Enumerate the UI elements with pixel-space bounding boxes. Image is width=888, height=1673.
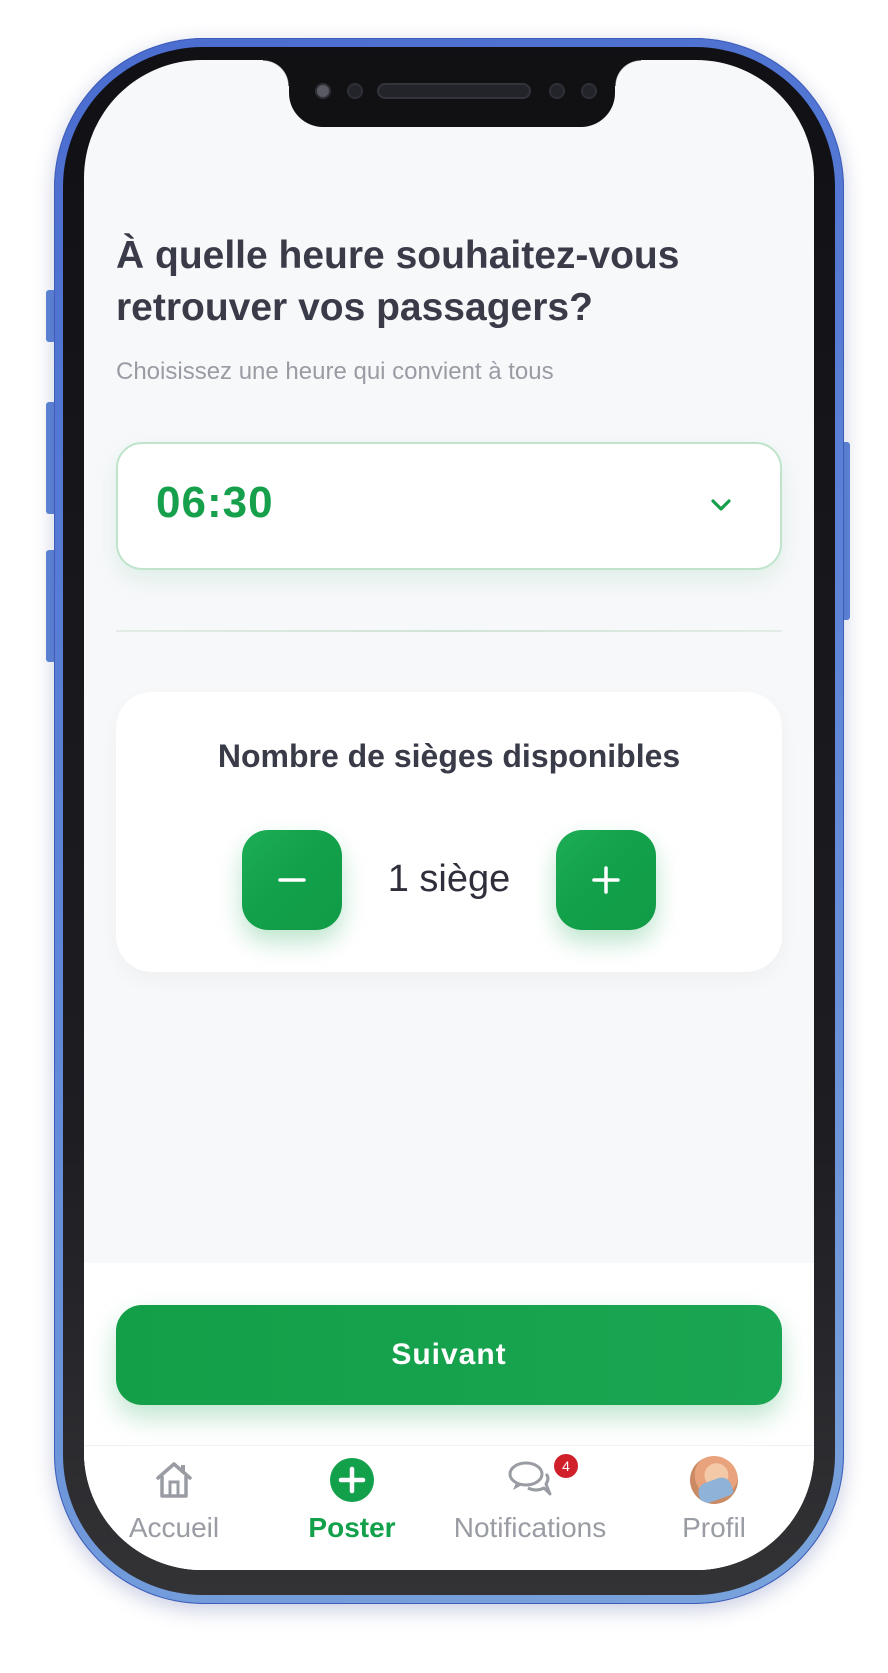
chevron-down-icon [711,499,731,511]
phone-notch [263,60,641,127]
tab-poster[interactable]: Poster [262,1454,442,1564]
chat-bubbles-icon [508,1461,552,1496]
sensor-icon [581,83,597,99]
app-screen: À quelle heure souhaitez-vous retrouver … [84,60,814,1570]
page-subtitle: Choisissez une heure qui convient à tous [116,358,554,385]
time-select[interactable]: 06:30 [116,442,782,570]
home-icon [156,1462,192,1498]
avatar [690,1456,738,1504]
time-select-value: 06:30 [156,478,274,527]
minus-icon [278,878,306,882]
tab-accueil[interactable]: Accueil [84,1454,264,1564]
seat-counter-title: Nombre de sièges disponibles [217,738,681,774]
camera-icon [315,83,331,99]
sensor-icon [549,83,565,99]
next-button[interactable]: Suivant [116,1305,782,1405]
tab-label: Accueil [128,1512,220,1543]
divider [116,630,782,632]
tab-profil[interactable]: Profil [624,1454,804,1564]
page-title: À quelle heure souhaitez-vous retrouver … [116,234,680,329]
tab-label: Notifications [453,1512,607,1543]
plus-icon [592,866,620,894]
decrease-seats-button[interactable] [242,830,342,930]
plus-circle-icon [330,1458,374,1502]
tab-label: Poster [308,1512,396,1543]
tab-notifications[interactable]: 4 Notifications [440,1454,620,1564]
bottom-tab-bar: Accueil Poster 4 Notifications Profil [84,1445,814,1570]
tab-label: Profil [682,1512,746,1543]
phone-mockup: À quelle heure souhaitez-vous retrouver … [0,0,888,1673]
seat-count-value: 1 siège [387,858,511,900]
speaker-grille [377,83,531,99]
notification-badge: 4 [554,1454,578,1478]
seat-counter-card: Nombre de sièges disponibles 1 siège [116,692,782,972]
sensor-icon [347,83,363,99]
increase-seats-button[interactable] [556,830,656,930]
